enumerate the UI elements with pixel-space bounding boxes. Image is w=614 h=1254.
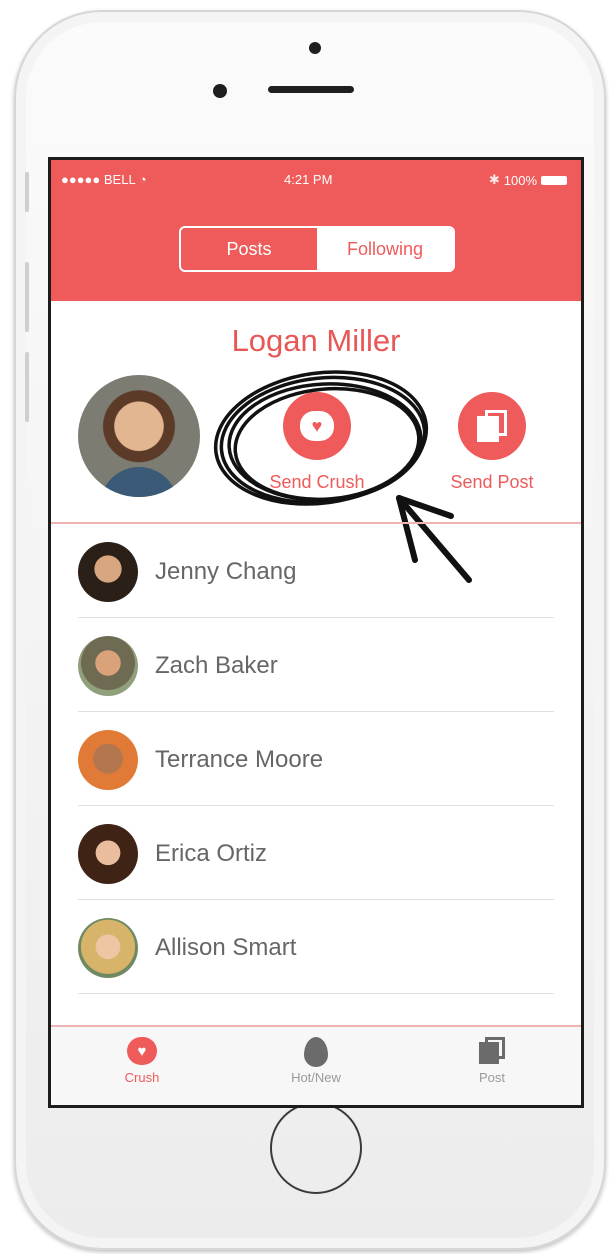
- avatar: [78, 918, 138, 978]
- list-item[interactable]: Jenny Chang: [51, 524, 581, 618]
- friend-name: Erica Ortiz: [155, 840, 268, 867]
- app-header: ●●●●● BELL ◔ 4:21 PM ✱ 100% Posts Follow…: [51, 160, 581, 301]
- post-stack-icon: [477, 1037, 507, 1065]
- send-post-label: Send Post: [450, 472, 534, 492]
- tab-following[interactable]: Following: [317, 228, 453, 270]
- tab-crush[interactable]: ♥ Crush: [87, 1037, 197, 1085]
- list-item[interactable]: Terrance Moore: [51, 712, 581, 806]
- tab-hot-new-label: Hot/New: [291, 1070, 341, 1085]
- friend-name: Jenny Chang: [155, 558, 297, 585]
- tab-post[interactable]: Post: [437, 1037, 547, 1085]
- tab-post-label: Post: [478, 1070, 505, 1085]
- heart-bubble-icon: ♥: [300, 411, 334, 441]
- carrier-text: ●●●●● BELL: [61, 172, 136, 187]
- tab-crush-label: Crush: [124, 1070, 160, 1085]
- app-screen: ●●●●● BELL ◔ 4:21 PM ✱ 100% Posts Follow…: [48, 157, 584, 1108]
- row-divider: [78, 993, 554, 994]
- status-time: 4:21 PM: [284, 172, 333, 187]
- profile-name: Logan Miller: [231, 323, 401, 358]
- avatar: [78, 636, 138, 696]
- volume-down-button: [25, 352, 29, 422]
- battery-percent: 100%: [503, 172, 537, 188]
- list-item[interactable]: Zach Baker: [51, 618, 581, 712]
- segmented-control: Posts Following: [179, 226, 455, 272]
- proximity-sensor: [213, 84, 227, 98]
- friend-name: Zach Baker: [155, 652, 278, 679]
- list-item[interactable]: Allison Smart: [51, 900, 581, 994]
- following-list: Jenny Chang Zach Baker Terrance Moore Er…: [51, 524, 581, 994]
- list-item[interactable]: Erica Ortiz: [51, 806, 581, 900]
- tab-posts[interactable]: Posts: [181, 228, 317, 270]
- post-stack-icon: [477, 410, 507, 442]
- tab-hot-new[interactable]: Hot/New: [261, 1037, 371, 1085]
- mute-switch: [25, 172, 29, 212]
- send-crush-circle[interactable]: ♥: [283, 392, 351, 460]
- bottom-tab-bar: ♥ Crush Hot/New Post: [51, 1025, 581, 1105]
- home-button[interactable]: [270, 1102, 362, 1194]
- carrier-label: ●●●●● BELL ◔: [61, 172, 147, 187]
- heart-bubble-icon: ♥: [127, 1037, 157, 1065]
- friend-name: Allison Smart: [155, 934, 297, 961]
- send-crush-button[interactable]: ♥ Send Crush: [252, 392, 382, 493]
- avatar: [78, 730, 138, 790]
- front-camera: [309, 42, 321, 54]
- profile-avatar: [78, 375, 200, 497]
- send-post-circle[interactable]: [458, 392, 526, 460]
- friend-name: Terrance Moore: [155, 746, 324, 773]
- bluetooth-icon: ✱: [488, 172, 500, 187]
- battery-status: ✱ 100%: [489, 172, 567, 188]
- earpiece-speaker: [268, 86, 354, 93]
- flame-icon: [301, 1037, 331, 1067]
- battery-icon: [541, 175, 567, 185]
- send-crush-label: Send Crush: [269, 472, 365, 492]
- avatar: [78, 824, 138, 884]
- wifi-icon: ◔: [138, 172, 147, 187]
- send-post-button[interactable]: Send Post: [427, 392, 557, 493]
- volume-up-button: [25, 262, 29, 332]
- avatar: [78, 542, 138, 602]
